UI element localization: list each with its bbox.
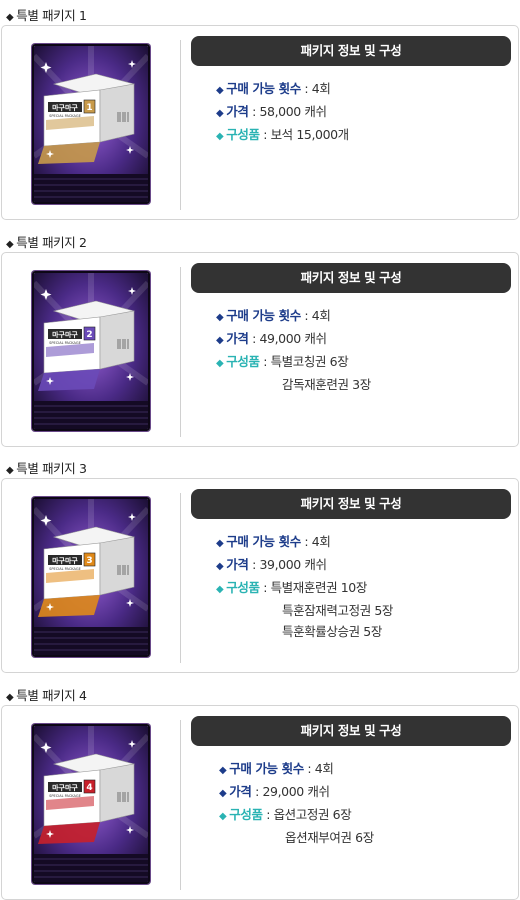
svg-text:마구마구: 마구마구: [52, 103, 78, 112]
package-box-illustration: 마구마구 SPECIAL PACKAGE 4: [34, 726, 148, 882]
svg-text:SPECIAL PACKAGE: SPECIAL PACKAGE: [49, 341, 81, 345]
diamond-bullet-icon: ◆: [6, 12, 14, 23]
package-box: 마구마구 SPECIAL PACKAGE 4 패키지 정보 및 구성 ◆ 구매 가능 …: [1, 705, 519, 900]
divider: [180, 493, 181, 663]
price-label: 가격: [226, 557, 249, 572]
package-image-card: 마구마구 SPECIAL PACKAGE 4: [32, 724, 150, 884]
item-value: 특훈잠재력고정권 5장: [282, 603, 394, 618]
price-value: : 39,000 캐쉬: [252, 557, 327, 572]
package-box: 마구마구 SPECIAL PACKAGE 1 패키지 정보 및 구성 ◆ 구매 가능 …: [1, 25, 519, 220]
package-box: 마구마구 SPECIAL PACKAGE 3 패키지 정보 및 구성 ◆ 구매 가능 …: [1, 478, 519, 673]
item-value: : 특별재훈련권 10장: [263, 580, 367, 595]
diamond-bullet-icon: ◆: [219, 811, 227, 822]
count-value: : 4회: [304, 308, 331, 323]
count-label: 구매 가능 횟수: [226, 308, 301, 323]
svg-text:2: 2: [86, 330, 92, 340]
diamond-bullet-icon: ◆: [216, 312, 224, 323]
diamond-bullet-icon: ◆: [216, 335, 224, 346]
price-value: : 58,000 캐쉬: [252, 104, 327, 119]
count-value: : 4회: [304, 534, 331, 549]
package-box-illustration: 마구마구 SPECIAL PACKAGE 1: [34, 46, 148, 202]
package-title: ◆ 특별 패키지 2: [6, 235, 87, 250]
items-label: 구성품: [226, 580, 260, 595]
package-title: ◆ 특별 패키지 1: [6, 8, 87, 23]
price-label: 가격: [226, 104, 249, 119]
price-label: 가격: [226, 331, 249, 346]
diamond-bullet-icon: ◆: [216, 584, 224, 595]
package-box-illustration: 마구마구 SPECIAL PACKAGE 2: [34, 273, 148, 429]
diamond-bullet-icon: ◆: [216, 131, 224, 142]
diamond-bullet-icon: ◆: [219, 788, 227, 799]
package-title: ◆ 특별 패키지 4: [6, 688, 87, 703]
svg-text:SPECIAL PACKAGE: SPECIAL PACKAGE: [49, 114, 81, 118]
package-image-card: 마구마구 SPECIAL PACKAGE 3: [32, 497, 150, 657]
svg-text:SPECIAL PACKAGE: SPECIAL PACKAGE: [49, 567, 81, 571]
price-value: : 29,000 캐쉬: [255, 784, 330, 799]
package-info: ◆ 구매 가능 횟수 : 4회 ◆ 가격 : 49,000 캐쉬 ◆ 구성품 : 특별…: [216, 305, 371, 395]
count-value: : 4회: [304, 81, 331, 96]
divider: [180, 267, 181, 437]
package-image-card: 마구마구 SPECIAL PACKAGE 2: [32, 271, 150, 431]
package-image-card: 마구마구 SPECIAL PACKAGE 1: [32, 44, 150, 204]
package-box-illustration: 마구마구 SPECIAL PACKAGE 3: [34, 499, 148, 655]
package-info-header: 패키지 정보 및 구성: [191, 716, 511, 746]
diamond-bullet-icon: ◆: [6, 465, 14, 476]
package-info: ◆ 구매 가능 횟수 : 4회 ◆ 가격 : 29,000 캐쉬 ◆ 구성품 : 옵션…: [219, 758, 374, 848]
package-box: 마구마구 SPECIAL PACKAGE 2 패키지 정보 및 구성 ◆ 구매 가능 …: [1, 252, 519, 447]
items-label: 구성품: [226, 354, 260, 369]
svg-text:SPECIAL PACKAGE: SPECIAL PACKAGE: [49, 794, 81, 798]
item-value: 특훈확률상승권 5장: [282, 624, 382, 639]
package-info-header: 패키지 정보 및 구성: [191, 489, 511, 519]
count-value: : 4회: [307, 761, 334, 776]
diamond-bullet-icon: ◆: [6, 692, 14, 703]
count-label: 구매 가능 횟수: [229, 761, 304, 776]
item-value: 감독재훈련권 3장: [282, 377, 371, 392]
diamond-bullet-icon: ◆: [6, 239, 14, 250]
items-label: 구성품: [226, 127, 260, 142]
price-label: 가격: [229, 784, 252, 799]
package-info: ◆ 구매 가능 횟수 : 4회 ◆ 가격 : 39,000 캐쉬 ◆ 구성품 : 특별…: [216, 531, 393, 642]
package-info-header: 패키지 정보 및 구성: [191, 36, 511, 66]
package-title: ◆ 특별 패키지 3: [6, 461, 87, 476]
svg-text:마구마구: 마구마구: [52, 330, 78, 339]
svg-text:마구마구: 마구마구: [52, 556, 78, 565]
svg-text:1: 1: [86, 103, 92, 113]
count-label: 구매 가능 횟수: [226, 534, 301, 549]
diamond-bullet-icon: ◆: [216, 108, 224, 119]
diamond-bullet-icon: ◆: [216, 85, 224, 96]
diamond-bullet-icon: ◆: [216, 538, 224, 549]
divider: [180, 40, 181, 210]
svg-text:마구마구: 마구마구: [52, 783, 78, 792]
item-value: : 특별코칭권 6장: [263, 354, 349, 369]
svg-text:3: 3: [86, 556, 92, 566]
diamond-bullet-icon: ◆: [216, 561, 224, 572]
diamond-bullet-icon: ◆: [219, 765, 227, 776]
package-info: ◆ 구매 가능 횟수 : 4회 ◆ 가격 : 58,000 캐쉬 ◆ 구성품 : 보석…: [216, 78, 349, 147]
price-value: : 49,000 캐쉬: [252, 331, 327, 346]
count-label: 구매 가능 횟수: [226, 81, 301, 96]
divider: [180, 720, 181, 890]
item-value: : 보석 15,000개: [263, 127, 349, 142]
item-value: : 옵션고정권 6장: [266, 807, 352, 822]
diamond-bullet-icon: ◆: [216, 358, 224, 369]
svg-text:4: 4: [86, 783, 92, 793]
package-info-header: 패키지 정보 및 구성: [191, 263, 511, 293]
items-label: 구성품: [229, 807, 263, 822]
item-value: 옵션재부여권 6장: [285, 830, 374, 845]
